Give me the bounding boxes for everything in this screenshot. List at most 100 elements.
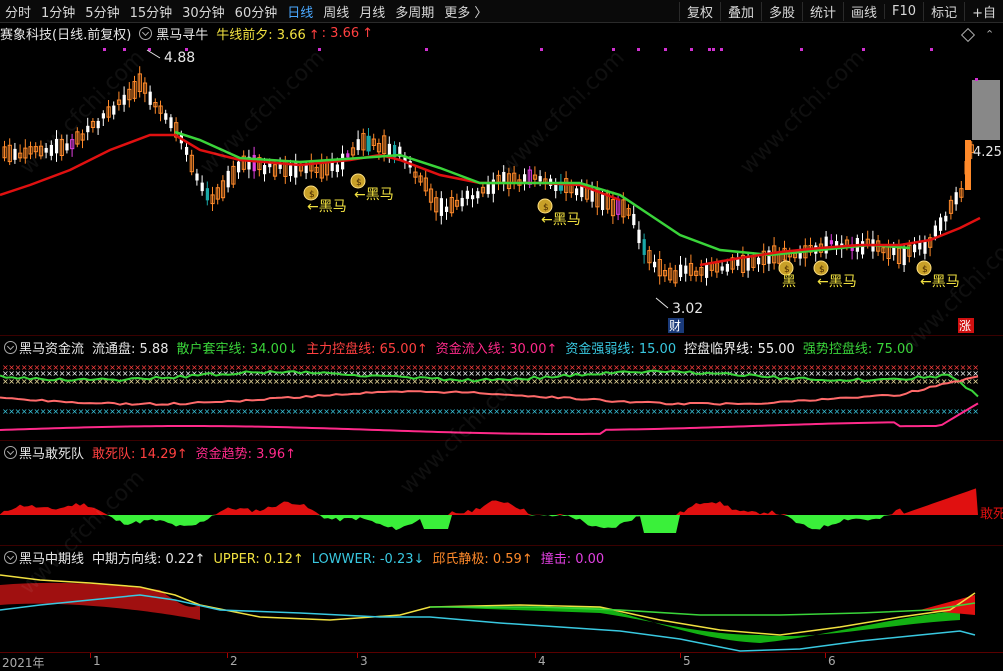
- panel-title[interactable]: 黑马敢死队: [19, 443, 84, 462]
- panel-title[interactable]: 黑马资金流: [19, 338, 84, 357]
- signal-dot: [540, 48, 543, 51]
- indicator-value: 强势控盘线: 75.00: [802, 341, 914, 357]
- candle-body: [366, 135, 371, 152]
- candle-body: [679, 264, 683, 278]
- candle-body: [200, 182, 204, 192]
- candle-body: [112, 105, 116, 115]
- candle-body: [96, 120, 100, 129]
- axis-label: 6: [828, 654, 836, 668]
- collapse-icon[interactable]: [4, 550, 17, 564]
- candle-body: [632, 213, 636, 226]
- candle-body: [757, 257, 761, 265]
- candle-body: [471, 195, 475, 200]
- axis-tick: [227, 653, 228, 658]
- candle-body: [705, 263, 709, 278]
- candle-body: [601, 194, 605, 210]
- dare-negative-area: [0, 515, 978, 533]
- candle-body: [237, 161, 241, 173]
- candle-body: [933, 225, 937, 237]
- candle-body: [86, 125, 90, 133]
- signal-dot: [930, 48, 933, 51]
- candle-body: [356, 139, 360, 151]
- axis-label: 5: [683, 654, 691, 668]
- candle-body: [944, 215, 948, 222]
- candle-body: [49, 144, 53, 156]
- candle-body: [923, 241, 927, 254]
- panel-title[interactable]: 黑马中期线: [19, 548, 84, 567]
- candle-body: [965, 140, 971, 190]
- candlestick-chart[interactable]: 4.883.024.25$←黑马$←黑马$←黑马$←黑马$黑$←黑马财涨: [0, 0, 1003, 335]
- low-price-label: 3.02: [672, 301, 703, 317]
- signal-dot: [862, 48, 865, 51]
- signal-dot: [103, 48, 106, 51]
- candle-body: [164, 113, 168, 120]
- axis-tick: [357, 653, 358, 658]
- heima-label: ←黑马: [354, 187, 394, 203]
- candle-body: [335, 164, 339, 172]
- candle-body: [205, 188, 209, 201]
- candle-body: [346, 153, 350, 158]
- axis-tick: [825, 653, 826, 658]
- signal-dot: [975, 78, 978, 81]
- candle-body: [148, 91, 152, 105]
- candle-body: [486, 182, 490, 195]
- candle-body: [523, 174, 527, 182]
- signal-dot: [690, 48, 693, 51]
- indicator-value: 资金强弱线: 15.00: [565, 341, 677, 357]
- candle-body: [65, 143, 69, 151]
- ma-red-line: [699, 216, 981, 267]
- candle-body: [954, 192, 958, 205]
- candle-body: [725, 263, 729, 272]
- axis-tick: [90, 653, 91, 658]
- candle-body: [798, 252, 802, 259]
- candle-body: [829, 240, 833, 245]
- panel-money-flow-header: 黑马资金流 流通盘: 5.88 散户套牢线: 34.00↓ 主力控盘线: 65.00…: [0, 338, 922, 357]
- signal-dot: [318, 48, 321, 51]
- heima-label: 黑: [782, 274, 796, 290]
- current-price-label: 4.25: [973, 145, 1002, 160]
- candle-body: [746, 257, 750, 271]
- dare-chart[interactable]: 敢死: [0, 460, 1003, 550]
- candle-body: [445, 206, 449, 212]
- candle-body: [918, 242, 922, 250]
- heima-label: ←黑马: [541, 212, 581, 228]
- axis-tick: [535, 653, 536, 658]
- candle-body: [263, 165, 267, 175]
- panel-dare-header: 黑马敢死队 敢死队: 14.29↑ 资金趋势: 3.96↑: [0, 443, 304, 462]
- price-highlight: [972, 80, 1000, 140]
- candle-body: [387, 143, 391, 156]
- candle-body: [185, 146, 189, 155]
- candle-body: [169, 117, 173, 129]
- cai-label: 财: [669, 319, 681, 333]
- candle-body: [637, 229, 641, 244]
- candle-body: [195, 173, 199, 181]
- candle-body: [476, 191, 480, 199]
- dare-label: 敢死: [980, 507, 1003, 522]
- candle-body: [491, 179, 495, 194]
- axis-label: 1: [93, 654, 101, 668]
- candle-body: [538, 176, 542, 182]
- candle-body: [653, 261, 657, 268]
- x-marker: ×: [972, 407, 979, 416]
- candle-body: [101, 113, 105, 119]
- panel-midterm-header: 黑马中期线 中期方向线: 0.22↑ UPPER: 0.12↑ LOWWER: -0…: [0, 548, 612, 567]
- low-pointer: [655, 297, 669, 309]
- axis-tick: [680, 653, 681, 658]
- candle-body: [460, 197, 464, 207]
- collapse-icon[interactable]: [4, 340, 17, 354]
- ma-green-line: [174, 130, 911, 257]
- candle-body: [13, 148, 17, 160]
- high-pointer: [146, 49, 161, 59]
- axis-label: 2021年: [2, 656, 45, 670]
- signal-dot: [708, 48, 711, 51]
- candle-body: [939, 217, 943, 231]
- candle-body: [226, 170, 230, 188]
- midterm-chart[interactable]: [0, 565, 1003, 653]
- collapse-icon[interactable]: [4, 445, 17, 459]
- candle-body: [684, 265, 688, 274]
- signal-dot: [123, 48, 126, 51]
- signal-dot: [720, 48, 723, 51]
- candle-body: [642, 239, 646, 255]
- indicator-value: 资金流入线: 30.00↑: [435, 341, 558, 357]
- candle-body: [861, 241, 865, 255]
